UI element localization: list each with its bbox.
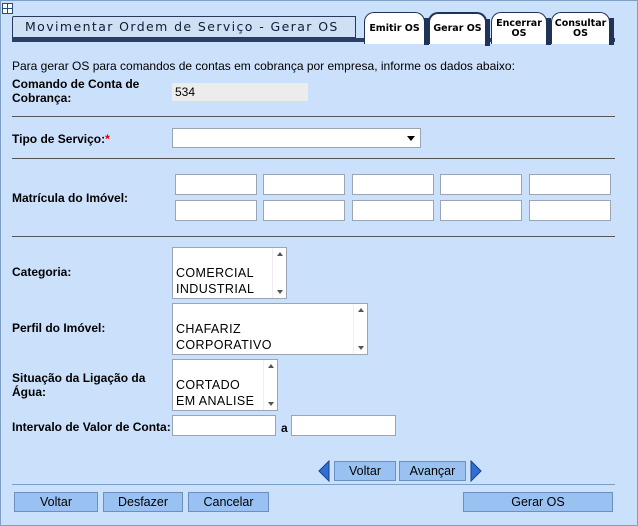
tipo-servico-label: Tipo de Serviço:* bbox=[12, 132, 110, 146]
matricula-field-10[interactable] bbox=[529, 200, 611, 221]
desfazer-button[interactable]: Desfazer bbox=[103, 492, 183, 512]
divider bbox=[12, 236, 615, 237]
tab-shadow bbox=[485, 19, 490, 46]
nav-left-arrow-icon[interactable] bbox=[318, 460, 330, 482]
intervalo-label: Intervalo de Valor de Conta: bbox=[12, 420, 171, 434]
nav-voltar-button[interactable]: Voltar bbox=[334, 461, 396, 481]
tab-encerrar-os[interactable]: Encerrar OS bbox=[491, 12, 551, 45]
matricula-field-5[interactable] bbox=[529, 174, 611, 195]
perfil-listbox[interactable]: CHAFARIZ CORPORATIVO bbox=[172, 303, 368, 355]
categoria-label: Categoria: bbox=[12, 265, 72, 279]
tab-consultar-os[interactable]: Consultar OS bbox=[551, 12, 614, 45]
tipo-servico-select[interactable] bbox=[172, 128, 421, 148]
chevron-down-icon bbox=[407, 136, 415, 141]
nav-right-arrow-icon[interactable] bbox=[470, 460, 482, 482]
situacao-label: Situação da Ligação da Água: bbox=[12, 371, 146, 399]
tab-label: Encerrar OS bbox=[496, 17, 542, 39]
divider bbox=[12, 158, 615, 159]
scroll-down-icon bbox=[358, 346, 364, 350]
scroll-down-icon bbox=[277, 290, 283, 294]
footer-divider bbox=[12, 484, 615, 485]
list-option[interactable]: EM ANALISE bbox=[176, 393, 254, 409]
list-option[interactable]: CHAFARIZ bbox=[176, 321, 241, 337]
matricula-field-1[interactable] bbox=[175, 174, 257, 195]
scroll-up-icon bbox=[358, 308, 364, 312]
list-option[interactable]: INDUSTRIAL bbox=[176, 281, 254, 297]
list-option[interactable]: CORTADO bbox=[176, 377, 240, 393]
comando-field bbox=[172, 83, 308, 101]
gerar-os-button[interactable]: Gerar OS bbox=[463, 492, 613, 512]
list-option[interactable]: COMERCIAL bbox=[176, 265, 254, 281]
intervalo-inicial-input[interactable] bbox=[172, 415, 276, 436]
matricula-field-4[interactable] bbox=[440, 174, 522, 195]
matricula-field-3[interactable] bbox=[352, 174, 434, 195]
divider bbox=[12, 116, 615, 117]
perfil-label: Perfil do Imóvel: bbox=[12, 321, 106, 335]
corner-marker-icon bbox=[2, 3, 13, 14]
cancelar-button[interactable]: Cancelar bbox=[188, 492, 269, 512]
matricula-field-2[interactable] bbox=[263, 174, 345, 195]
categoria-listbox[interactable]: COMERCIAL INDUSTRIAL bbox=[172, 247, 287, 299]
tab-label: Emitir OS bbox=[369, 22, 420, 34]
intro-text: Para gerar OS para comandos de contas em… bbox=[12, 59, 515, 73]
nav-avancar-button[interactable]: Avançar bbox=[399, 461, 466, 481]
scrollbar[interactable] bbox=[353, 304, 367, 354]
page-title: Movimentar Ordem de Serviço - Gerar OS bbox=[12, 16, 356, 38]
scrollbar[interactable] bbox=[263, 360, 277, 410]
matricula-field-9[interactable] bbox=[440, 200, 522, 221]
matricula-field-7[interactable] bbox=[263, 200, 345, 221]
comando-label: Comando de Conta de Cobrança: bbox=[12, 77, 140, 105]
list-option[interactable]: CORPORATIVO bbox=[176, 337, 272, 353]
tab-emitir-os[interactable]: Emitir OS bbox=[364, 12, 429, 45]
tab-shadow bbox=[609, 18, 614, 45]
scroll-down-icon bbox=[268, 402, 274, 406]
scrollbar[interactable] bbox=[272, 248, 286, 298]
intervalo-final-input[interactable] bbox=[291, 415, 396, 436]
situacao-listbox[interactable]: CORTADO EM ANALISE bbox=[172, 359, 278, 411]
tab-gerar-os[interactable]: Gerar OS bbox=[428, 12, 490, 46]
voltar-button[interactable]: Voltar bbox=[14, 492, 98, 512]
intervalo-separator: a bbox=[281, 421, 288, 435]
matricula-label: Matrícula do Imóvel: bbox=[12, 191, 129, 205]
scroll-up-icon bbox=[268, 364, 274, 368]
scroll-up-icon bbox=[277, 252, 283, 256]
matricula-field-6[interactable] bbox=[175, 200, 257, 221]
tab-label: Gerar OS bbox=[433, 23, 482, 34]
matricula-field-8[interactable] bbox=[352, 200, 434, 221]
tab-label: Consultar OS bbox=[554, 17, 607, 39]
required-mark: * bbox=[105, 132, 110, 146]
